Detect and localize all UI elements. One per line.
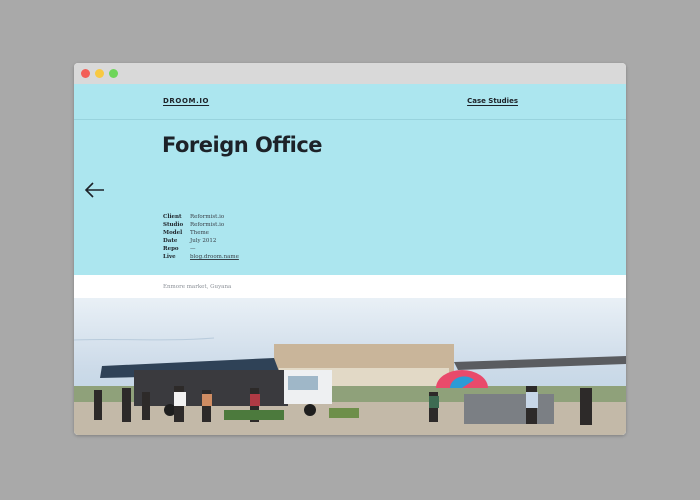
hero-section: DROOM.IO Case Studies Foreign Office Cli… — [74, 84, 626, 275]
page-title: Foreign Office — [162, 133, 323, 157]
window-titlebar — [74, 63, 626, 84]
meta-key: Client — [163, 214, 182, 220]
meta-row-studio: Studio Reformist.io — [163, 222, 239, 230]
close-window-button[interactable] — [81, 69, 90, 78]
photo-caption: Enmore market, Guyana — [163, 284, 232, 290]
meta-key: Date — [163, 238, 178, 244]
meta-key: Repo — [163, 246, 179, 252]
brand-logo-link[interactable]: DROOM.IO — [163, 97, 209, 105]
meta-value: Theme — [190, 230, 209, 236]
meta-row-date: Date July 2012 — [163, 238, 239, 246]
meta-row-live: Live blog.droom.name — [163, 254, 239, 262]
maximize-window-button[interactable] — [109, 69, 118, 78]
meta-value: Reformist.io — [190, 222, 225, 228]
meta-key: Model — [163, 230, 183, 236]
market-photo — [74, 298, 626, 435]
page-content: DROOM.IO Case Studies Foreign Office Cli… — [74, 84, 626, 435]
project-meta-list: Client Reformist.io Studio Reformist.io … — [163, 214, 239, 262]
meta-row-repo: Repo — — [163, 246, 239, 254]
meta-value: Reformist.io — [190, 214, 225, 220]
arrow-left-icon[interactable] — [84, 181, 106, 199]
browser-window: DROOM.IO Case Studies Foreign Office Cli… — [74, 63, 626, 435]
live-site-link[interactable]: blog.droom.name — [190, 254, 239, 262]
meta-value: July 2012 — [190, 238, 217, 244]
meta-row-model: Model Theme — [163, 230, 239, 238]
minimize-window-button[interactable] — [95, 69, 104, 78]
meta-row-client: Client Reformist.io — [163, 214, 239, 222]
meta-key: Live — [163, 254, 176, 260]
case-studies-link[interactable]: Case Studies — [467, 97, 518, 105]
meta-value: — — [190, 246, 196, 252]
meta-key: Studio — [163, 222, 184, 228]
top-navigation: DROOM.IO Case Studies — [74, 84, 626, 120]
